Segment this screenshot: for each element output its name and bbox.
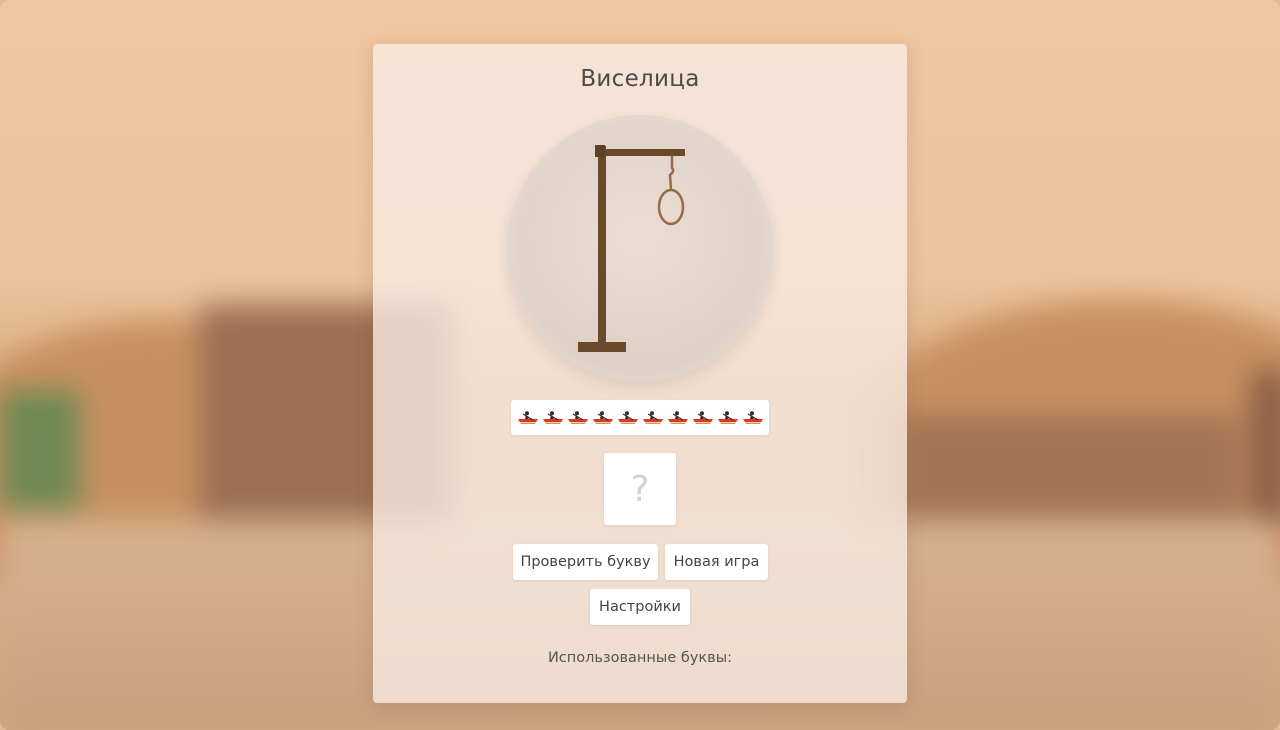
game-title: Виселица xyxy=(580,66,700,92)
boat-icon xyxy=(692,410,713,424)
word-slot xyxy=(692,408,714,428)
word-slot xyxy=(717,408,739,428)
word-slot xyxy=(617,408,639,428)
word-display xyxy=(511,400,769,435)
word-slot xyxy=(517,408,539,428)
word-slot xyxy=(542,408,564,428)
boat-icon xyxy=(742,410,763,424)
boat-icon xyxy=(517,410,538,424)
boat-icon xyxy=(642,410,663,424)
boat-icon xyxy=(567,410,588,424)
game-card: Виселица Проверить букву Новая игра Наст… xyxy=(373,44,907,703)
new-game-button[interactable]: Новая игра xyxy=(665,544,768,580)
check-letter-button[interactable]: Проверить букву xyxy=(513,544,658,580)
boat-icon xyxy=(717,410,738,424)
boat-icon xyxy=(617,410,638,424)
used-letters-label: Использованные буквы: xyxy=(547,650,733,666)
letter-input[interactable] xyxy=(608,467,672,511)
boat-icon xyxy=(667,410,688,424)
gallows-icon xyxy=(578,145,685,352)
word-slot xyxy=(567,408,589,428)
word-slot xyxy=(667,408,689,428)
settings-button[interactable]: Настройки xyxy=(590,589,690,625)
word-slot xyxy=(642,408,664,428)
boat-icon xyxy=(542,410,563,424)
used-letters: Использованные буквы: xyxy=(373,650,907,666)
word-slot xyxy=(592,408,614,428)
boat-icon xyxy=(592,410,613,424)
gallows-display xyxy=(507,115,773,381)
word-slot xyxy=(742,408,764,428)
letter-box[interactable] xyxy=(604,453,676,525)
